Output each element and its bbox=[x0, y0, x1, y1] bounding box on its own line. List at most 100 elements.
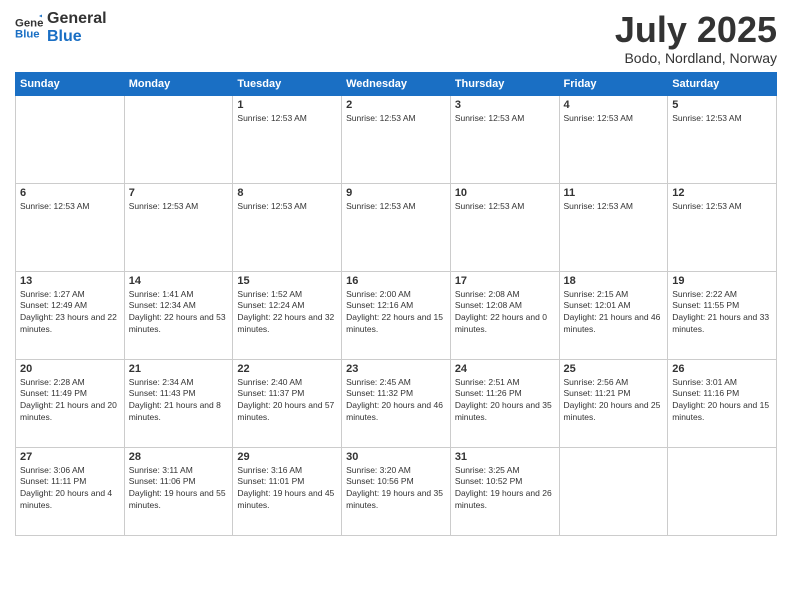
day-number: 17 bbox=[455, 275, 555, 287]
header-row: Sunday Monday Tuesday Wednesday Thursday… bbox=[16, 72, 777, 95]
day-cell: 8Sunrise: 12:53 AM bbox=[233, 183, 342, 271]
day-info: Sunrise: 2:00 AM Sunset: 12:16 AM Daylig… bbox=[346, 289, 446, 337]
day-number: 11 bbox=[564, 187, 664, 199]
day-number: 31 bbox=[455, 451, 555, 463]
day-cell: 3Sunrise: 12:53 AM bbox=[450, 95, 559, 183]
day-cell: 26Sunrise: 3:01 AM Sunset: 11:16 PM Dayl… bbox=[668, 359, 777, 447]
week-row-4: 27 Sunrise: 3:06 AM Sunset: 11:11 PM Dayl… bbox=[16, 447, 777, 535]
day-number: 14 bbox=[129, 275, 229, 287]
day-number: 27 bbox=[20, 451, 120, 463]
header-wednesday: Wednesday bbox=[342, 72, 451, 95]
day-cell: 10 Sunrise: 12:53 AM bbox=[450, 183, 559, 271]
header: General Blue General Blue July 2025 Bodo… bbox=[15, 10, 777, 66]
day-cell bbox=[124, 95, 233, 183]
day-number: 30 bbox=[346, 451, 446, 463]
header-monday: Monday bbox=[124, 72, 233, 95]
calendar-header: Sunday Monday Tuesday Wednesday Thursday… bbox=[16, 72, 777, 95]
day-number: 24 bbox=[455, 363, 555, 375]
day-info: Sunrise: 3:25 AM Sunset: 10:52 PM Daylig… bbox=[455, 465, 555, 513]
day-number: 9 bbox=[346, 187, 446, 199]
week-row-2: 13 Sunrise: 1:27 AM Sunset: 12:49 AM Dayl… bbox=[16, 271, 777, 359]
svg-text:General: General bbox=[15, 18, 43, 30]
title-block: July 2025 Bodo, Nordland, Norway bbox=[615, 10, 777, 66]
day-number: 23 bbox=[346, 363, 446, 375]
day-number: 20 bbox=[20, 363, 120, 375]
day-cell: 15 Sunrise: 1:52 AM Sunset: 12:24 AM Dayl… bbox=[233, 271, 342, 359]
day-cell: 28 Sunrise: 3:11 AM Sunset: 11:06 PM Dayl… bbox=[124, 447, 233, 535]
day-number: 3 bbox=[455, 99, 555, 111]
day-cell: 14 Sunrise: 1:41 AM Sunset: 12:34 AM Dayl… bbox=[124, 271, 233, 359]
calendar-table: Sunday Monday Tuesday Wednesday Thursday… bbox=[15, 72, 777, 536]
day-number: 28 bbox=[129, 451, 229, 463]
day-info: Sunrise: 3:20 AM Sunset: 10:56 PM Daylig… bbox=[346, 465, 446, 513]
day-cell: 6Sunrise: 12:53 AM bbox=[16, 183, 125, 271]
day-info: Sunrise: 1:27 AM Sunset: 12:49 AM Daylig… bbox=[20, 289, 120, 337]
day-info: Sunrise: 2:08 AM Sunset: 12:08 AM Daylig… bbox=[455, 289, 555, 337]
day-cell: 13 Sunrise: 1:27 AM Sunset: 12:49 AM Dayl… bbox=[16, 271, 125, 359]
month-title: July 2025 bbox=[615, 10, 777, 50]
day-cell bbox=[16, 95, 125, 183]
day-cell: 24 Sunrise: 2:51 AM Sunset: 11:26 PM Dayl… bbox=[450, 359, 559, 447]
day-cell: 17 Sunrise: 2:08 AM Sunset: 12:08 AM Dayl… bbox=[450, 271, 559, 359]
day-info: Sunrise: 12:53 AM bbox=[564, 113, 664, 125]
day-info: Sunrise: 2:51 AM Sunset: 11:26 PM Daylig… bbox=[455, 377, 555, 425]
logo: General Blue General Blue bbox=[15, 10, 107, 47]
header-saturday: Saturday bbox=[668, 72, 777, 95]
svg-text:Blue: Blue bbox=[15, 29, 40, 41]
day-number: 16 bbox=[346, 275, 446, 287]
day-cell: 12 Sunrise: 12:53 AM bbox=[668, 183, 777, 271]
day-cell: 20 Sunrise: 2:28 AM Sunset: 11:49 PM Dayl… bbox=[16, 359, 125, 447]
day-info: Sunrise: 1:52 AM Sunset: 12:24 AM Daylig… bbox=[237, 289, 337, 337]
day-number: 12 bbox=[672, 187, 772, 199]
week-row-0: 1 Sunrise: 12:53 AM 2 Sunrise: 12:53 AM 3Sun… bbox=[16, 95, 777, 183]
day-number: 7 bbox=[129, 187, 229, 199]
day-cell bbox=[668, 447, 777, 535]
day-cell: 27 Sunrise: 3:06 AM Sunset: 11:11 PM Dayl… bbox=[16, 447, 125, 535]
day-info: Sunrise: 12:53 AM bbox=[672, 201, 772, 213]
header-thursday: Thursday bbox=[450, 72, 559, 95]
day-number: 1 bbox=[237, 99, 337, 111]
day-info: Sunrise: 12:53 AM bbox=[129, 201, 229, 213]
day-info: Sunrise: 12:53 AM bbox=[237, 113, 337, 125]
day-number: 6 bbox=[20, 187, 120, 199]
day-number: 2 bbox=[346, 99, 446, 111]
day-info: Sunrise: 12:53 AM bbox=[455, 201, 555, 213]
day-cell: 31 Sunrise: 3:25 AM Sunset: 10:52 PM Dayl… bbox=[450, 447, 559, 535]
day-cell: 18Sunrise: 2:15 AM Sunset: 12:01 AM Dayl… bbox=[559, 271, 668, 359]
day-info: Sunrise: 2:22 AM Sunset: 11:55 PM Daylig… bbox=[672, 289, 772, 337]
day-info: Sunrise: 2:40 AM Sunset: 11:37 PM Daylig… bbox=[237, 377, 337, 425]
day-info: Sunrise: 2:56 AM Sunset: 11:21 PM Daylig… bbox=[564, 377, 664, 425]
day-number: 10 bbox=[455, 187, 555, 199]
week-row-1: 6Sunrise: 12:53 AM7Sunrise: 12:53 AM8Sun… bbox=[16, 183, 777, 271]
day-info: Sunrise: 2:28 AM Sunset: 11:49 PM Daylig… bbox=[20, 377, 120, 425]
header-friday: Friday bbox=[559, 72, 668, 95]
day-number: 19 bbox=[672, 275, 772, 287]
header-sunday: Sunday bbox=[16, 72, 125, 95]
day-info: Sunrise: 12:53 AM bbox=[564, 201, 664, 213]
logo-line1: General bbox=[47, 10, 107, 28]
day-info: Sunrise: 3:06 AM Sunset: 11:11 PM Daylig… bbox=[20, 465, 120, 513]
day-info: Sunrise: 12:53 AM bbox=[346, 201, 446, 213]
day-info: Sunrise: 2:34 AM Sunset: 11:43 PM Daylig… bbox=[129, 377, 229, 425]
day-cell: 5Sunrise: 12:53 AM bbox=[668, 95, 777, 183]
day-cell: 29 Sunrise: 3:16 AM Sunset: 11:01 PM Dayl… bbox=[233, 447, 342, 535]
day-number: 21 bbox=[129, 363, 229, 375]
day-number: 29 bbox=[237, 451, 337, 463]
day-number: 13 bbox=[20, 275, 120, 287]
day-info: Sunrise: 3:16 AM Sunset: 11:01 PM Daylig… bbox=[237, 465, 337, 513]
day-cell: 4Sunrise: 12:53 AM bbox=[559, 95, 668, 183]
day-info: Sunrise: 3:11 AM Sunset: 11:06 PM Daylig… bbox=[129, 465, 229, 513]
header-tuesday: Tuesday bbox=[233, 72, 342, 95]
day-cell: 21 Sunrise: 2:34 AM Sunset: 11:43 PM Dayl… bbox=[124, 359, 233, 447]
day-info: Sunrise: 1:41 AM Sunset: 12:34 AM Daylig… bbox=[129, 289, 229, 337]
day-cell: 9 Sunrise: 12:53 AM bbox=[342, 183, 451, 271]
week-row-3: 20 Sunrise: 2:28 AM Sunset: 11:49 PM Dayl… bbox=[16, 359, 777, 447]
day-cell: 19 Sunrise: 2:22 AM Sunset: 11:55 PM Dayl… bbox=[668, 271, 777, 359]
logo-line2: Blue bbox=[47, 28, 107, 46]
day-number: 15 bbox=[237, 275, 337, 287]
day-cell: 1 Sunrise: 12:53 AM bbox=[233, 95, 342, 183]
day-number: 25 bbox=[564, 363, 664, 375]
day-number: 22 bbox=[237, 363, 337, 375]
day-info: Sunrise: 2:45 AM Sunset: 11:32 PM Daylig… bbox=[346, 377, 446, 425]
day-cell: 22 Sunrise: 2:40 AM Sunset: 11:37 PM Dayl… bbox=[233, 359, 342, 447]
